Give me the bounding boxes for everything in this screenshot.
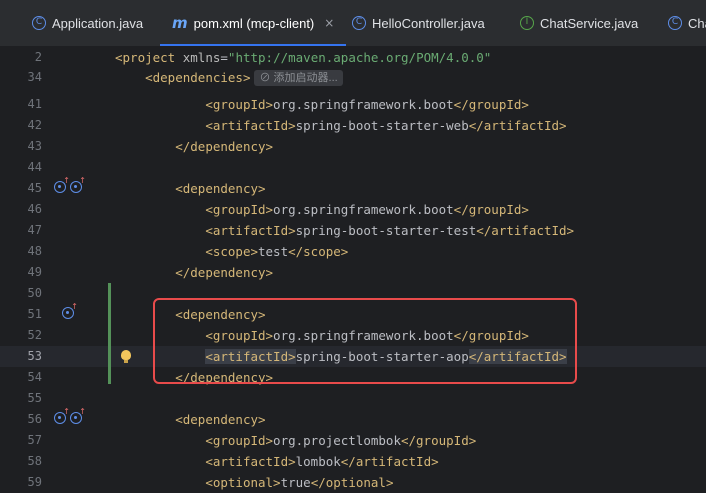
- line-number[interactable]: 50: [0, 283, 42, 304]
- line-number[interactable]: 42: [0, 115, 42, 136]
- code-line-55[interactable]: 55: [0, 388, 706, 409]
- tab-label: Application.java: [52, 15, 144, 31]
- line-number[interactable]: 34: [0, 67, 42, 88]
- tab-pom-xml[interactable]: m pom.xml (mcp-client) ×: [160, 0, 347, 46]
- tab-label: HelloController.java: [372, 15, 485, 31]
- line-number[interactable]: 43: [0, 136, 42, 157]
- line-number[interactable]: 44: [0, 157, 42, 178]
- line-number[interactable]: 58: [0, 451, 42, 472]
- dependency-gutter-icon[interactable]: ↑: [70, 177, 86, 193]
- highlight-annotation-box: [153, 298, 577, 384]
- code-text: <dependency>: [175, 181, 266, 196]
- line-number[interactable]: 49: [0, 262, 42, 283]
- code-line-2[interactable]: 2 <project xmlns="http://maven.apache.org…: [0, 47, 706, 68]
- code-text: <artifactId>lombok</artifactId>: [205, 454, 439, 469]
- code-line-41[interactable]: 41 <groupId>org.springframework.boot</gr…: [0, 94, 706, 115]
- add-starter-hint[interactable]: ⊘ 添加启动器...: [254, 70, 343, 86]
- code-text: <dependency>: [175, 412, 266, 427]
- java-class-icon: C: [32, 16, 46, 30]
- line-number[interactable]: 2: [0, 47, 42, 68]
- code-text: <groupId>org.projectlombok</groupId>: [205, 433, 477, 448]
- code-text: <optional>true</optional>: [205, 475, 394, 490]
- tab-label: ChatService.java: [540, 15, 639, 31]
- code-text: <scope>test</scope>: [205, 244, 349, 259]
- line-number[interactable]: 45: [0, 178, 42, 199]
- vcs-change-marker[interactable]: [108, 283, 111, 384]
- code-text: </dependency>: [175, 139, 274, 154]
- code-text: <artifactId>spring-boot-starter-web</art…: [205, 118, 567, 133]
- dependency-gutter-icon[interactable]: ↑: [54, 177, 70, 193]
- editor-tab-bar: C Application.java m pom.xml (mcp-client…: [0, 0, 706, 47]
- line-number[interactable]: 47: [0, 220, 42, 241]
- line-number[interactable]: 56: [0, 409, 42, 430]
- code-line-56[interactable]: 56 ↑ ↑ <dependency>: [0, 408, 706, 430]
- dependency-gutter-icon[interactable]: ↑: [54, 408, 70, 424]
- code-text: <groupId>org.springframework.boot</group…: [205, 97, 529, 112]
- tab-cha-partial[interactable]: C Cha: [668, 0, 706, 46]
- tab-chat-service-java[interactable]: I ChatService.java: [520, 0, 638, 46]
- code-line-43[interactable]: 43 </dependency>: [0, 136, 706, 157]
- code-line-46[interactable]: 46 <groupId>org.springframework.boot</gr…: [0, 199, 706, 220]
- tab-label: pom.xml (mcp-client): [193, 15, 315, 31]
- line-number[interactable]: 57: [0, 430, 42, 451]
- line-number[interactable]: 46: [0, 199, 42, 220]
- code-editor[interactable]: 2 <project xmlns="http://maven.apache.org…: [0, 47, 706, 490]
- line-number[interactable]: 54: [0, 367, 42, 388]
- code-line-42[interactable]: 42 <artifactId>spring-boot-starter-web</…: [0, 115, 706, 136]
- line-number[interactable]: 59: [0, 472, 42, 493]
- maven-icon: m: [172, 14, 188, 32]
- close-tab-icon[interactable]: ×: [324, 16, 334, 30]
- code-text: <groupId>org.springframework.boot</group…: [205, 202, 529, 217]
- tab-hello-controller-java[interactable]: C HelloController.java: [352, 0, 485, 46]
- java-class-icon: C: [668, 16, 682, 30]
- tab-label: Cha: [688, 15, 706, 31]
- code-line-45[interactable]: 45 ↑ ↑ <dependency>: [0, 177, 706, 199]
- code-text: <dependencies> ⊘ 添加启动器...: [115, 67, 343, 88]
- code-line-58[interactable]: 58 <artifactId>lombok</artifactId>: [0, 451, 706, 472]
- code-text: <artifactId>spring-boot-starter-test</ar…: [205, 223, 575, 238]
- code-line-47[interactable]: 47 <artifactId>spring-boot-starter-test<…: [0, 220, 706, 241]
- dependency-gutter-icon[interactable]: ↑: [62, 303, 78, 319]
- code-text: <project xmlns="http://maven.apache.org/…: [115, 50, 492, 65]
- line-number[interactable]: 52: [0, 325, 42, 346]
- code-line-59[interactable]: 59 <optional>true</optional>: [0, 472, 706, 493]
- line-number[interactable]: 55: [0, 388, 42, 409]
- code-line-34[interactable]: 34 <dependencies> ⊘ 添加启动器...: [0, 67, 706, 88]
- code-line-44[interactable]: 44: [0, 157, 706, 178]
- java-interface-icon: I: [520, 16, 534, 30]
- line-number[interactable]: 53: [0, 346, 42, 367]
- line-number[interactable]: 51: [0, 304, 42, 325]
- code-line-49[interactable]: 49 </dependency>: [0, 262, 706, 283]
- code-text: </dependency>: [175, 265, 274, 280]
- line-number[interactable]: 48: [0, 241, 42, 262]
- dependency-gutter-icon[interactable]: ↑: [70, 408, 86, 424]
- line-number[interactable]: 41: [0, 94, 42, 115]
- code-line-57[interactable]: 57 <groupId>org.projectlombok</groupId>: [0, 430, 706, 451]
- code-line-48[interactable]: 48 <scope>test</scope>: [0, 241, 706, 262]
- java-class-icon: C: [352, 16, 366, 30]
- tab-application-java[interactable]: C Application.java: [32, 0, 143, 46]
